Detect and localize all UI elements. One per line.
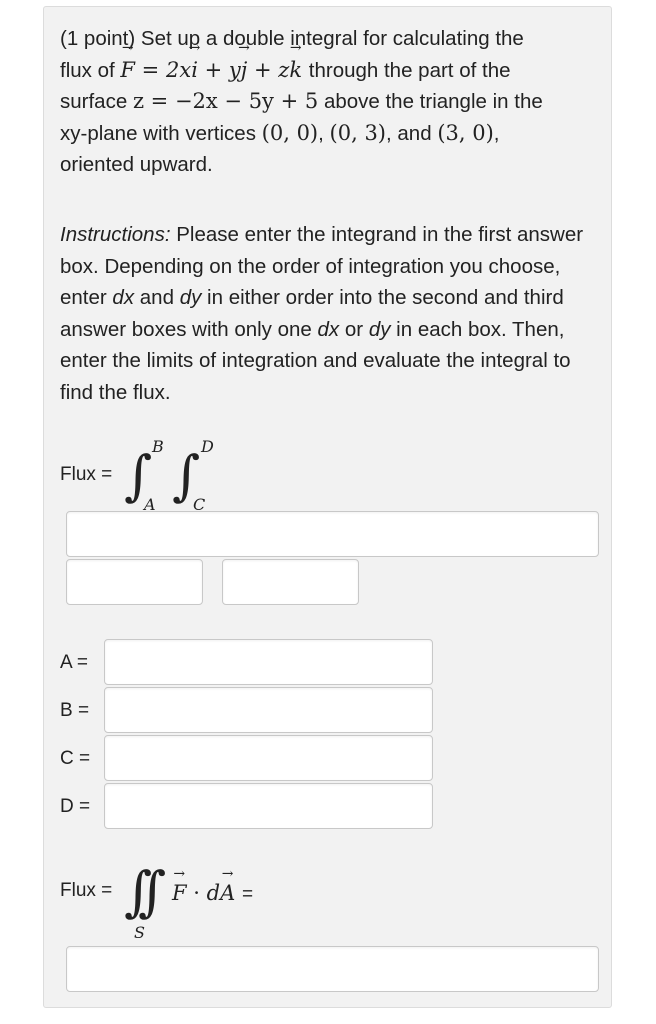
- problem-statement: (1 point) Set up a double integral for c…: [60, 23, 600, 181]
- flux-answer-input[interactable]: [66, 946, 599, 992]
- surface-equation: z = −2x − 5y + 5: [132, 89, 319, 113]
- limit-b-input[interactable]: [104, 687, 433, 733]
- limit-a-input[interactable]: [104, 639, 433, 685]
- flux-label: Flux =: [60, 464, 113, 485]
- problem-line-3: surface z = −2x − 5y + 5 above the trian…: [60, 89, 543, 113]
- limit-b-label: B =: [60, 700, 90, 721]
- problem-line-1: (1 point) Set up a double integral for c…: [60, 27, 524, 50]
- problem-card: (1 point) Set up a double integral for c…: [43, 6, 612, 1008]
- vertex-1: (0, 0): [261, 120, 319, 145]
- flux-result-label: Flux =: [60, 880, 113, 901]
- surface-region-label: S: [134, 923, 145, 942]
- limit-c-input[interactable]: [104, 735, 433, 781]
- upper-limit-d: D: [201, 437, 214, 456]
- limit-a-label: A =: [60, 652, 88, 673]
- integrand-input[interactable]: [66, 511, 599, 557]
- instructions-label: Instructions:: [60, 223, 171, 246]
- flux-integrand: F · dA =: [172, 881, 253, 906]
- first-differential-input[interactable]: [66, 559, 203, 605]
- limit-d-label: D =: [60, 796, 91, 817]
- vector-field-expression: F = 2xi + yj + zk: [120, 58, 308, 82]
- problem-line-2: flux of F = 2xi + yj + zk through the pa…: [60, 55, 600, 87]
- surface-integral: ∫ ∫ S F · dA =: [122, 853, 292, 943]
- limit-c-label: C =: [60, 748, 91, 769]
- problem-line-4: xy-plane with vertices (0, 0), (0, 3), a…: [60, 120, 500, 145]
- problem-line-5: oriented upward.: [60, 153, 213, 176]
- vertex-3: (3, 0): [437, 120, 494, 145]
- instructions: Instructions: Please enter the integrand…: [60, 223, 584, 404]
- limit-d-input[interactable]: [104, 783, 433, 829]
- surface-integral-sign-2: ∫: [138, 860, 167, 923]
- vertex-2: (0, 3): [329, 120, 387, 145]
- upper-limit-b: B: [152, 437, 164, 456]
- second-differential-input[interactable]: [222, 559, 359, 605]
- double-integral-with-limits: ∫ B A ∫ D C: [122, 437, 232, 517]
